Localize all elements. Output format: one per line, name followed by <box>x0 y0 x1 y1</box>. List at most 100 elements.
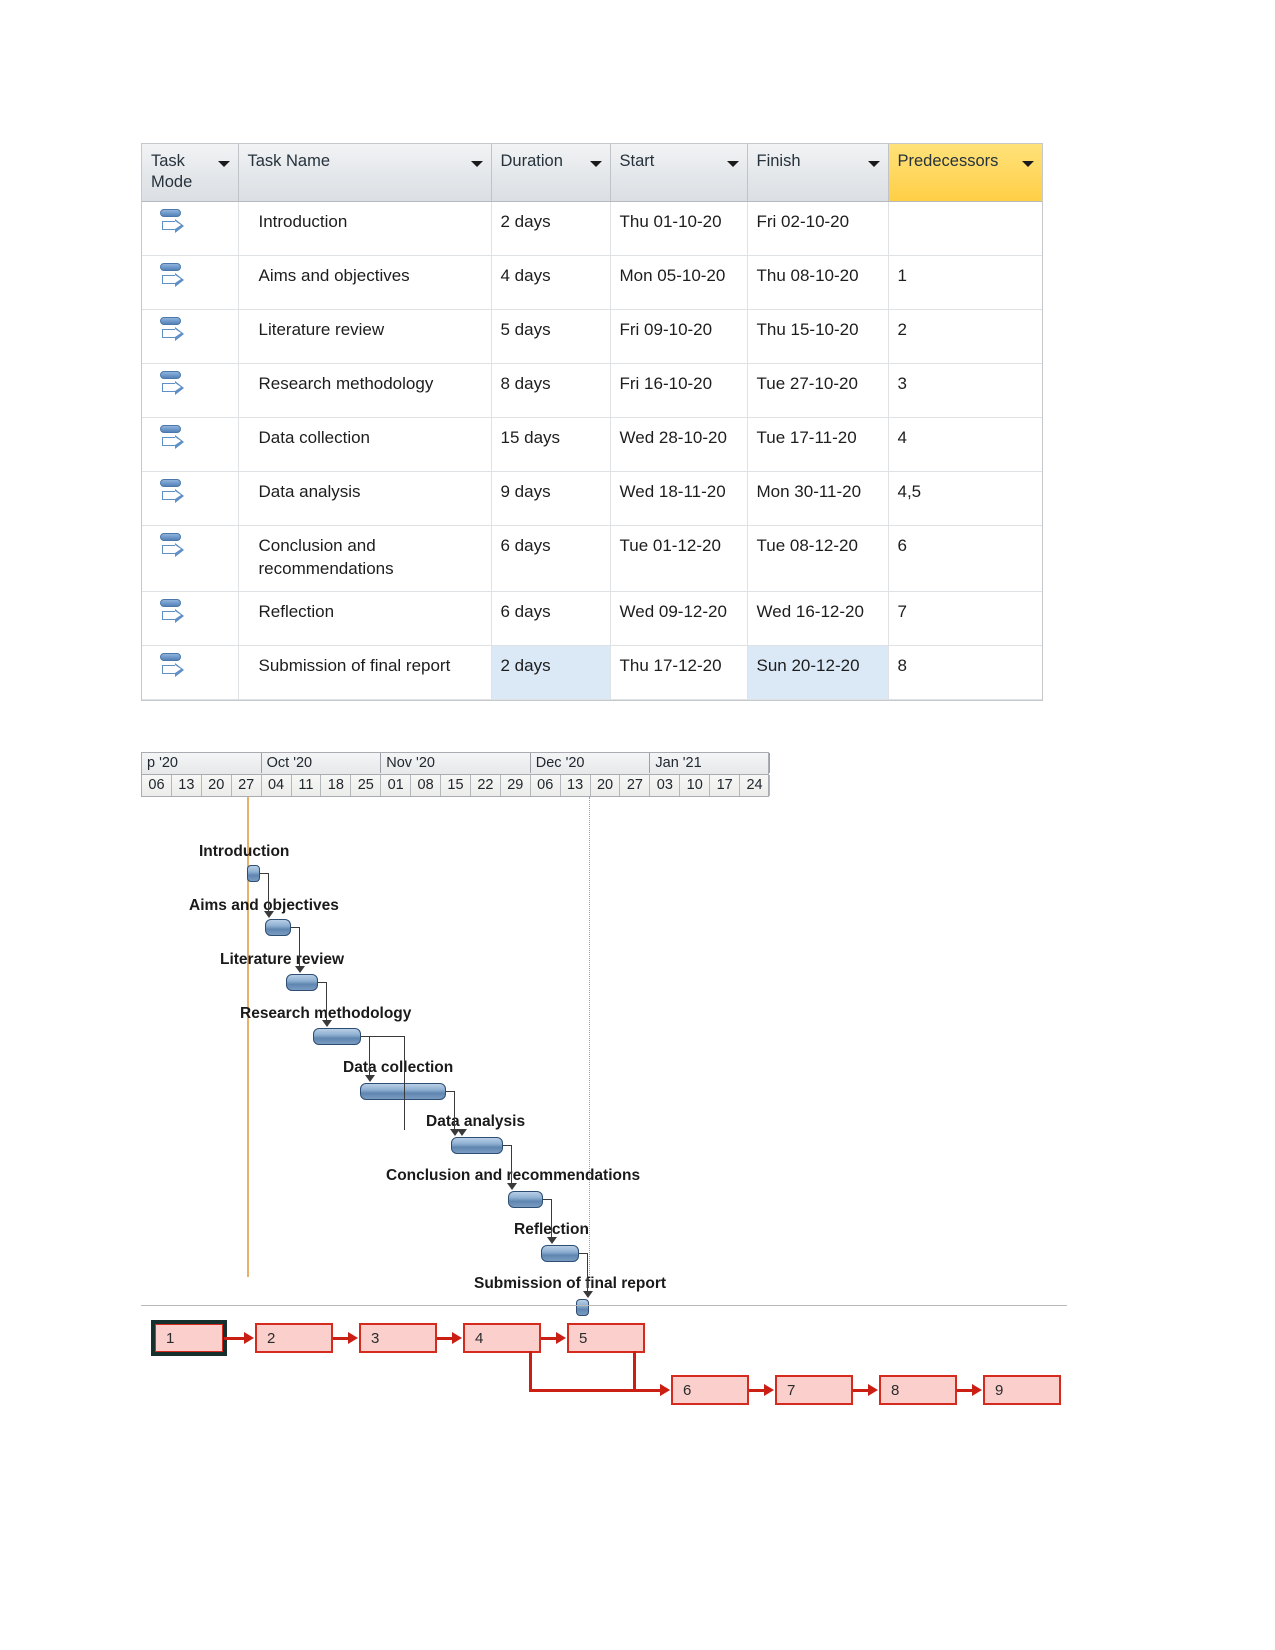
table-row[interactable]: Conclusion and recommendations 6 days Tue … <box>142 525 1042 593</box>
timescale-month: Nov '20 <box>381 753 531 773</box>
task-name-cell[interactable]: Research methodology <box>238 363 492 419</box>
filter-dropdown-icon[interactable] <box>217 161 230 167</box>
table-row[interactable]: Literature review 5 days Fri 09-10-20 Thu 1… <box>142 309 1042 365</box>
start-cell[interactable]: Wed 18-11-20 <box>610 471 748 527</box>
network-node[interactable]: 3 <box>359 1323 437 1353</box>
column-header-finish[interactable]: Finish <box>747 144 889 203</box>
task-name-cell[interactable]: Introduction <box>238 201 492 257</box>
network-node[interactable]: 8 <box>879 1375 957 1405</box>
table-row[interactable]: Submission of final report 2 days Thu 17-1… <box>142 645 1042 701</box>
task-name-cell[interactable]: Reflection <box>238 591 492 647</box>
duration-cell[interactable]: 6 days <box>491 525 611 593</box>
predecessors-cell[interactable]: 4 <box>888 417 1042 473</box>
task-mode-cell[interactable] <box>142 255 239 311</box>
network-node[interactable]: 2 <box>255 1323 333 1353</box>
predecessors-cell[interactable]: 2 <box>888 309 1042 365</box>
task-name-cell[interactable]: Data analysis <box>238 471 492 527</box>
network-node[interactable]: 1 <box>151 1320 227 1356</box>
start-cell[interactable]: Wed 28-10-20 <box>610 417 748 473</box>
predecessors-cell[interactable]: 7 <box>888 591 1042 647</box>
gantt-plot-area[interactable]: Introduction Aims and objectives Literatur… <box>141 797 769 1316</box>
start-cell[interactable]: Mon 05-10-20 <box>610 255 748 311</box>
gantt-bar[interactable] <box>313 1028 361 1045</box>
duration-cell[interactable]: 9 days <box>491 471 611 527</box>
network-diagram[interactable]: 123456789 <box>141 1305 1071 1435</box>
predecessors-cell[interactable]: 4,5 <box>888 471 1042 527</box>
task-name-cell[interactable]: Literature review <box>238 309 492 365</box>
timescale-month: Oct '20 <box>262 753 382 773</box>
task-mode-cell[interactable] <box>142 471 239 527</box>
table-row[interactable]: Data analysis 9 days Wed 18-11-20 Mon 30-11… <box>142 471 1042 527</box>
table-row[interactable]: Aims and objectives 4 days Mon 05-10-20 Thu… <box>142 255 1042 311</box>
start-cell[interactable]: Tue 01-12-20 <box>610 525 748 593</box>
network-node[interactable]: 9 <box>983 1375 1061 1405</box>
start-cell[interactable]: Thu 17-12-20 <box>610 645 748 701</box>
finish-cell[interactable]: Tue 27-10-20 <box>747 363 889 419</box>
gantt-bar[interactable] <box>360 1083 446 1100</box>
duration-cell[interactable]: 15 days <box>491 417 611 473</box>
column-header-task-name[interactable]: Task Name <box>238 144 492 203</box>
predecessors-cell[interactable]: 6 <box>888 525 1042 593</box>
project-task-grid[interactable]: Task Mode Task Name Duration Start Finis… <box>142 144 1042 701</box>
finish-cell[interactable]: Thu 08-10-20 <box>747 255 889 311</box>
filter-dropdown-icon[interactable] <box>726 161 739 167</box>
network-canvas[interactable]: 123456789 <box>141 1305 1071 1435</box>
table-row[interactable]: Introduction 2 days Thu 01-10-20 Fri 02-10-… <box>142 201 1042 257</box>
task-name-cell[interactable]: Conclusion and recommendations <box>238 525 492 593</box>
gantt-bar[interactable] <box>508 1191 543 1208</box>
table-row[interactable]: Data collection 15 days Wed 28-10-20 Tue 17… <box>142 417 1042 473</box>
network-node[interactable]: 5 <box>567 1323 645 1353</box>
task-mode-cell[interactable] <box>142 309 239 365</box>
gantt-bar[interactable] <box>247 865 260 882</box>
filter-dropdown-icon[interactable] <box>470 161 483 167</box>
column-header-duration[interactable]: Duration <box>491 144 611 203</box>
task-table[interactable]: Task Mode Task Name Duration Start Finis… <box>141 143 1043 702</box>
table-row[interactable]: Research methodology 8 days Fri 16-10-20 Tu… <box>142 363 1042 419</box>
finish-cell[interactable]: Mon 30-11-20 <box>747 471 889 527</box>
task-mode-cell[interactable] <box>142 201 239 257</box>
predecessors-cell[interactable] <box>888 201 1042 257</box>
start-cell[interactable]: Fri 16-10-20 <box>610 363 748 419</box>
gantt-bar[interactable] <box>265 919 291 936</box>
start-cell[interactable]: Fri 09-10-20 <box>610 309 748 365</box>
duration-cell[interactable]: 8 days <box>491 363 611 419</box>
predecessors-cell[interactable]: 8 <box>888 645 1042 701</box>
task-mode-cell[interactable] <box>142 417 239 473</box>
duration-cell[interactable]: 4 days <box>491 255 611 311</box>
predecessors-cell[interactable]: 1 <box>888 255 1042 311</box>
filter-dropdown-icon[interactable] <box>867 161 880 167</box>
gantt-bar[interactable] <box>286 974 318 991</box>
column-header-start[interactable]: Start <box>610 144 748 203</box>
duration-cell[interactable]: 5 days <box>491 309 611 365</box>
task-mode-cell[interactable] <box>142 363 239 419</box>
finish-cell[interactable]: Wed 16-12-20 <box>747 591 889 647</box>
duration-cell[interactable]: 2 days <box>491 201 611 257</box>
predecessors-cell[interactable]: 3 <box>888 363 1042 419</box>
task-name-cell[interactable]: Aims and objectives <box>238 255 492 311</box>
task-mode-cell[interactable] <box>142 591 239 647</box>
network-node[interactable]: 7 <box>775 1375 853 1405</box>
gantt-bar[interactable] <box>451 1137 503 1154</box>
task-name-cell[interactable]: Data collection <box>238 417 492 473</box>
duration-cell[interactable]: 6 days <box>491 591 611 647</box>
finish-cell[interactable]: Sun 20-12-20 <box>747 645 889 701</box>
gantt-chart[interactable]: p '20 Oct '20 Nov '20 Dec '20 Jan '21 06 13 20… <box>141 752 770 1316</box>
start-cell[interactable]: Thu 01-10-20 <box>610 201 748 257</box>
column-header-predecessors[interactable]: Predecessors <box>888 144 1042 203</box>
task-mode-cell[interactable] <box>142 645 239 701</box>
duration-cell[interactable]: 2 days <box>491 645 611 701</box>
filter-dropdown-icon[interactable] <box>589 161 602 167</box>
finish-cell[interactable]: Fri 02-10-20 <box>747 201 889 257</box>
finish-cell[interactable]: Tue 08-12-20 <box>747 525 889 593</box>
finish-cell[interactable]: Thu 15-10-20 <box>747 309 889 365</box>
table-row[interactable]: Reflection 6 days Wed 09-12-20 Wed 16-12-20… <box>142 591 1042 647</box>
task-name-cell[interactable]: Submission of final report <box>238 645 492 701</box>
network-node[interactable]: 4 <box>463 1323 541 1353</box>
gantt-bar[interactable] <box>541 1245 579 1262</box>
column-header-task-mode[interactable]: Task Mode <box>142 144 239 203</box>
start-cell[interactable]: Wed 09-12-20 <box>610 591 748 647</box>
filter-dropdown-icon[interactable] <box>1022 161 1034 167</box>
finish-cell[interactable]: Tue 17-11-20 <box>747 417 889 473</box>
task-mode-cell[interactable] <box>142 525 239 593</box>
network-node[interactable]: 6 <box>671 1375 749 1405</box>
